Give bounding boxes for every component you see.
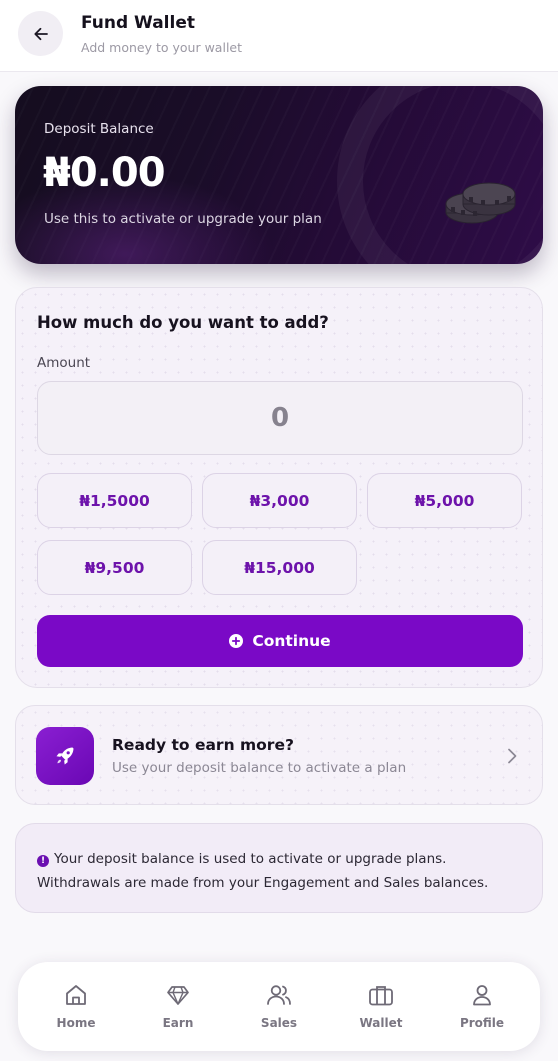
user-icon — [473, 985, 491, 1006]
amount-label: Amount — [37, 355, 91, 371]
nav-item-profile[interactable]: Profile — [430, 962, 534, 1051]
page-title: Fund Wallet — [81, 13, 195, 33]
chevron-right-icon — [508, 748, 517, 764]
add-amount-card: How much do you want to add? Amount ₦1,5… — [15, 287, 543, 688]
plus-circle-icon — [229, 634, 244, 648]
info-icon: ! — [37, 855, 49, 867]
diamond-icon — [167, 986, 189, 1005]
earn-more-title: Ready to earn more? — [112, 736, 294, 754]
briefcase-icon — [369, 986, 393, 1006]
continue-button[interactable]: Continue — [37, 615, 523, 667]
earn-more-card[interactable]: Ready to earn more? Use your deposit bal… — [15, 705, 543, 805]
home-icon — [66, 985, 86, 1005]
amount-input[interactable] — [37, 381, 523, 455]
deposit-balance-card: Deposit Balance ₦0.00 Use this to activa… — [15, 86, 543, 264]
back-button[interactable] — [18, 11, 63, 56]
preset-amount-button[interactable]: ₦5,000 — [367, 473, 522, 528]
nav-item-sales[interactable]: Sales — [227, 962, 331, 1051]
app-header: Fund Wallet Add money to your wallet — [0, 0, 558, 72]
nav-item-earn[interactable]: Earn — [126, 962, 230, 1051]
earn-more-subtitle: Use your deposit balance to activate a p… — [112, 760, 407, 776]
nav-item-wallet[interactable]: Wallet — [329, 962, 433, 1051]
nav-label-earn: Earn — [162, 1016, 194, 1030]
bottom-navigation: Home Earn Sales Wallet Profile — [18, 962, 540, 1051]
balance-note: Use this to activate or upgrade your pla… — [44, 211, 322, 227]
preset-amount-button[interactable]: ₦15,000 — [202, 540, 357, 595]
users-icon — [267, 985, 291, 1005]
amount-question-title: How much do you want to add? — [37, 313, 329, 332]
page-subtitle: Add money to your wallet — [81, 40, 243, 55]
balance-amount: ₦0.00 — [43, 150, 166, 196]
preset-amount-button[interactable]: ₦1,5000 — [37, 473, 192, 528]
preset-amount-button[interactable]: ₦3,000 — [202, 473, 357, 528]
continue-label: Continue — [252, 632, 331, 650]
coins-icon — [445, 182, 516, 224]
arrow-left-icon — [33, 27, 48, 40]
rocket-badge — [36, 727, 94, 785]
nav-label-profile: Profile — [459, 1016, 505, 1030]
nav-item-home[interactable]: Home — [24, 962, 128, 1051]
nav-label-wallet: Wallet — [359, 1016, 403, 1030]
preset-amount-button[interactable]: ₦9,500 — [37, 540, 192, 595]
info-text: Your deposit balance is used to activate… — [37, 851, 489, 891]
nav-label-sales: Sales — [260, 1016, 298, 1030]
info-notice-card: ! Your deposit balance is used to activat… — [15, 823, 543, 913]
rocket-icon — [56, 747, 74, 765]
nav-label-home: Home — [56, 1016, 96, 1030]
balance-label: Deposit Balance — [44, 121, 154, 137]
